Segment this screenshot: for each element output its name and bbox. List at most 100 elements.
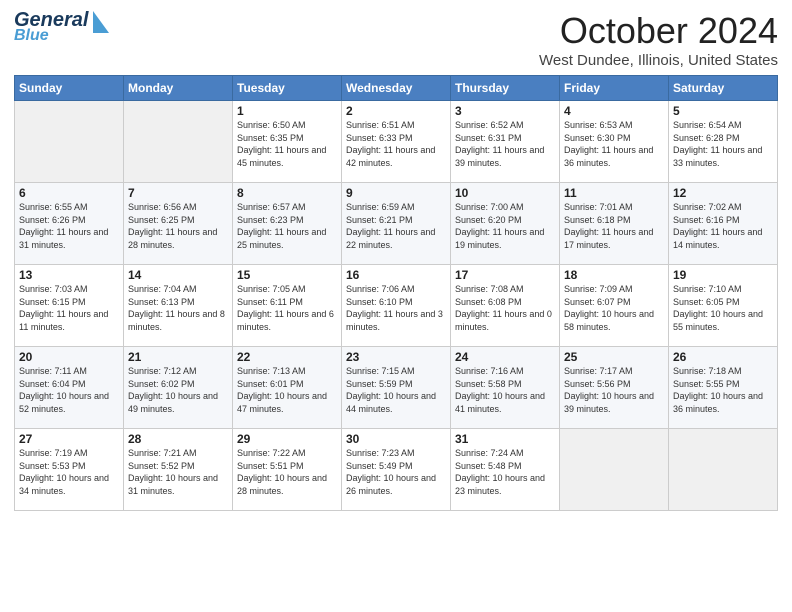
day-number: 24 (455, 350, 555, 364)
calendar-cell: 25Sunrise: 7:17 AM Sunset: 5:56 PM Dayli… (560, 347, 669, 429)
week-row-3: 13Sunrise: 7:03 AM Sunset: 6:15 PM Dayli… (15, 265, 778, 347)
day-number: 10 (455, 186, 555, 200)
day-info: Sunrise: 7:19 AM Sunset: 5:53 PM Dayligh… (19, 447, 119, 497)
day-number: 3 (455, 104, 555, 118)
calendar-cell: 3Sunrise: 6:52 AM Sunset: 6:31 PM Daylig… (451, 101, 560, 183)
day-info: Sunrise: 7:24 AM Sunset: 5:48 PM Dayligh… (455, 447, 555, 497)
weekday-header-thursday: Thursday (451, 76, 560, 101)
day-info: Sunrise: 7:02 AM Sunset: 6:16 PM Dayligh… (673, 201, 773, 251)
calendar-cell (15, 101, 124, 183)
calendar-cell: 28Sunrise: 7:21 AM Sunset: 5:52 PM Dayli… (124, 429, 233, 511)
calendar-cell (669, 429, 778, 511)
day-info: Sunrise: 7:12 AM Sunset: 6:02 PM Dayligh… (128, 365, 228, 415)
calendar-cell: 7Sunrise: 6:56 AM Sunset: 6:25 PM Daylig… (124, 183, 233, 265)
calendar-cell: 31Sunrise: 7:24 AM Sunset: 5:48 PM Dayli… (451, 429, 560, 511)
weekday-header-sunday: Sunday (15, 76, 124, 101)
logo: General Blue (14, 10, 109, 44)
calendar-cell: 27Sunrise: 7:19 AM Sunset: 5:53 PM Dayli… (15, 429, 124, 511)
day-info: Sunrise: 6:57 AM Sunset: 6:23 PM Dayligh… (237, 201, 337, 251)
day-info: Sunrise: 7:21 AM Sunset: 5:52 PM Dayligh… (128, 447, 228, 497)
day-number: 27 (19, 432, 119, 446)
day-number: 14 (128, 268, 228, 282)
weekday-header-saturday: Saturday (669, 76, 778, 101)
calendar-cell: 13Sunrise: 7:03 AM Sunset: 6:15 PM Dayli… (15, 265, 124, 347)
day-number: 30 (346, 432, 446, 446)
day-info: Sunrise: 7:13 AM Sunset: 6:01 PM Dayligh… (237, 365, 337, 415)
calendar-cell: 29Sunrise: 7:22 AM Sunset: 5:51 PM Dayli… (233, 429, 342, 511)
week-row-2: 6Sunrise: 6:55 AM Sunset: 6:26 PM Daylig… (15, 183, 778, 265)
calendar-cell: 15Sunrise: 7:05 AM Sunset: 6:11 PM Dayli… (233, 265, 342, 347)
day-info: Sunrise: 7:04 AM Sunset: 6:13 PM Dayligh… (128, 283, 228, 333)
calendar-cell: 18Sunrise: 7:09 AM Sunset: 6:07 PM Dayli… (560, 265, 669, 347)
day-info: Sunrise: 7:15 AM Sunset: 5:59 PM Dayligh… (346, 365, 446, 415)
day-number: 7 (128, 186, 228, 200)
day-info: Sunrise: 7:18 AM Sunset: 5:55 PM Dayligh… (673, 365, 773, 415)
day-number: 11 (564, 186, 664, 200)
calendar-cell: 24Sunrise: 7:16 AM Sunset: 5:58 PM Dayli… (451, 347, 560, 429)
day-number: 25 (564, 350, 664, 364)
day-number: 29 (237, 432, 337, 446)
day-info: Sunrise: 6:52 AM Sunset: 6:31 PM Dayligh… (455, 119, 555, 169)
calendar-cell (560, 429, 669, 511)
calendar-cell: 26Sunrise: 7:18 AM Sunset: 5:55 PM Dayli… (669, 347, 778, 429)
title-block: October 2024 West Dundee, Illinois, Unit… (539, 10, 778, 69)
weekday-header-tuesday: Tuesday (233, 76, 342, 101)
calendar-cell: 1Sunrise: 6:50 AM Sunset: 6:35 PM Daylig… (233, 101, 342, 183)
day-info: Sunrise: 7:10 AM Sunset: 6:05 PM Dayligh… (673, 283, 773, 333)
day-number: 8 (237, 186, 337, 200)
day-number: 5 (673, 104, 773, 118)
day-number: 6 (19, 186, 119, 200)
calendar-cell: 16Sunrise: 7:06 AM Sunset: 6:10 PM Dayli… (342, 265, 451, 347)
calendar-cell: 21Sunrise: 7:12 AM Sunset: 6:02 PM Dayli… (124, 347, 233, 429)
day-number: 26 (673, 350, 773, 364)
day-info: Sunrise: 7:03 AM Sunset: 6:15 PM Dayligh… (19, 283, 119, 333)
day-info: Sunrise: 7:00 AM Sunset: 6:20 PM Dayligh… (455, 201, 555, 251)
calendar-cell: 8Sunrise: 6:57 AM Sunset: 6:23 PM Daylig… (233, 183, 342, 265)
calendar-cell: 5Sunrise: 6:54 AM Sunset: 6:28 PM Daylig… (669, 101, 778, 183)
day-info: Sunrise: 7:11 AM Sunset: 6:04 PM Dayligh… (19, 365, 119, 415)
header: General Blue October 2024 West Dundee, I… (14, 10, 778, 69)
day-info: Sunrise: 6:51 AM Sunset: 6:33 PM Dayligh… (346, 119, 446, 169)
week-row-1: 1Sunrise: 6:50 AM Sunset: 6:35 PM Daylig… (15, 101, 778, 183)
day-info: Sunrise: 6:59 AM Sunset: 6:21 PM Dayligh… (346, 201, 446, 251)
day-info: Sunrise: 7:01 AM Sunset: 6:18 PM Dayligh… (564, 201, 664, 251)
day-number: 28 (128, 432, 228, 446)
day-info: Sunrise: 7:08 AM Sunset: 6:08 PM Dayligh… (455, 283, 555, 333)
calendar-table: SundayMondayTuesdayWednesdayThursdayFrid… (14, 75, 778, 511)
day-number: 13 (19, 268, 119, 282)
month-title: October 2024 (539, 10, 778, 52)
weekday-header-friday: Friday (560, 76, 669, 101)
day-info: Sunrise: 7:23 AM Sunset: 5:49 PM Dayligh… (346, 447, 446, 497)
day-info: Sunrise: 6:55 AM Sunset: 6:26 PM Dayligh… (19, 201, 119, 251)
day-number: 17 (455, 268, 555, 282)
calendar-cell: 2Sunrise: 6:51 AM Sunset: 6:33 PM Daylig… (342, 101, 451, 183)
calendar-cell: 14Sunrise: 7:04 AM Sunset: 6:13 PM Dayli… (124, 265, 233, 347)
calendar-cell: 12Sunrise: 7:02 AM Sunset: 6:16 PM Dayli… (669, 183, 778, 265)
day-info: Sunrise: 6:54 AM Sunset: 6:28 PM Dayligh… (673, 119, 773, 169)
day-number: 2 (346, 104, 446, 118)
calendar-cell: 19Sunrise: 7:10 AM Sunset: 6:05 PM Dayli… (669, 265, 778, 347)
calendar-cell (124, 101, 233, 183)
day-info: Sunrise: 6:53 AM Sunset: 6:30 PM Dayligh… (564, 119, 664, 169)
calendar-cell: 22Sunrise: 7:13 AM Sunset: 6:01 PM Dayli… (233, 347, 342, 429)
calendar-cell: 9Sunrise: 6:59 AM Sunset: 6:21 PM Daylig… (342, 183, 451, 265)
day-info: Sunrise: 7:06 AM Sunset: 6:10 PM Dayligh… (346, 283, 446, 333)
calendar-cell: 17Sunrise: 7:08 AM Sunset: 6:08 PM Dayli… (451, 265, 560, 347)
day-number: 20 (19, 350, 119, 364)
day-number: 1 (237, 104, 337, 118)
calendar-cell: 4Sunrise: 6:53 AM Sunset: 6:30 PM Daylig… (560, 101, 669, 183)
weekday-header-wednesday: Wednesday (342, 76, 451, 101)
day-number: 18 (564, 268, 664, 282)
day-number: 21 (128, 350, 228, 364)
day-info: Sunrise: 6:50 AM Sunset: 6:35 PM Dayligh… (237, 119, 337, 169)
calendar-cell: 6Sunrise: 6:55 AM Sunset: 6:26 PM Daylig… (15, 183, 124, 265)
calendar-cell: 10Sunrise: 7:00 AM Sunset: 6:20 PM Dayli… (451, 183, 560, 265)
day-info: Sunrise: 7:05 AM Sunset: 6:11 PM Dayligh… (237, 283, 337, 333)
day-info: Sunrise: 7:16 AM Sunset: 5:58 PM Dayligh… (455, 365, 555, 415)
calendar-cell: 20Sunrise: 7:11 AM Sunset: 6:04 PM Dayli… (15, 347, 124, 429)
week-row-5: 27Sunrise: 7:19 AM Sunset: 5:53 PM Dayli… (15, 429, 778, 511)
calendar-cell: 23Sunrise: 7:15 AM Sunset: 5:59 PM Dayli… (342, 347, 451, 429)
day-number: 4 (564, 104, 664, 118)
logo-blue: Blue (14, 28, 88, 44)
day-number: 31 (455, 432, 555, 446)
